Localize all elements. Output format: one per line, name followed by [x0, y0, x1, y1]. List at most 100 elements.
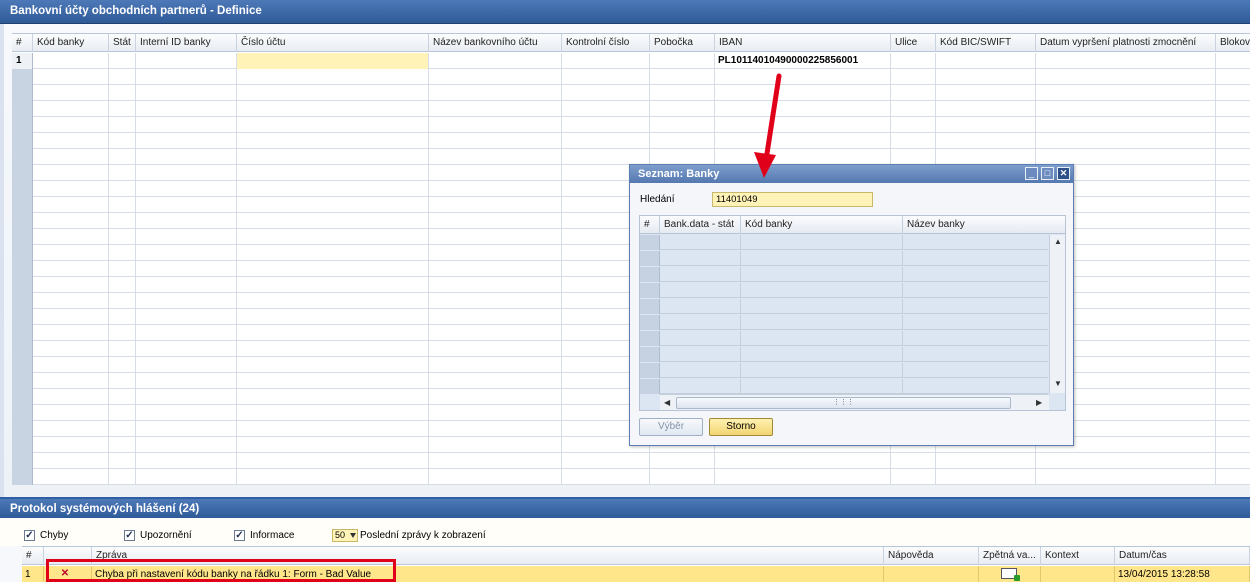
table-row[interactable] [12, 117, 1250, 133]
table-cell[interactable] [562, 469, 650, 485]
table-cell[interactable] [429, 213, 562, 229]
main-titlebar[interactable]: Bankovní účty obchodních partnerů - Defi… [0, 0, 1250, 24]
banks-table-row[interactable] [640, 251, 1048, 266]
table-cell[interactable] [237, 469, 429, 485]
table-cell[interactable] [33, 229, 109, 245]
banks-row-header[interactable] [640, 347, 660, 362]
table-cell[interactable] [1216, 69, 1250, 85]
table-cell[interactable] [650, 101, 715, 117]
banks-table-row[interactable] [640, 315, 1048, 330]
table-cell[interactable] [1216, 213, 1250, 229]
table-cell[interactable] [429, 181, 562, 197]
table-cell[interactable] [109, 357, 136, 373]
table-cell[interactable] [891, 117, 936, 133]
table-cell[interactable] [429, 245, 562, 261]
row-header[interactable] [12, 133, 33, 149]
table-cell[interactable] [136, 181, 237, 197]
table-cell[interactable] [237, 229, 429, 245]
table-cell[interactable] [109, 405, 136, 421]
table-cell[interactable] [136, 101, 237, 117]
log-row-message[interactable]: Chyba při nastavení kódu banky na řádku … [92, 566, 884, 582]
table-cell[interactable] [936, 101, 1036, 117]
banks-row-header[interactable] [640, 363, 660, 378]
message-count-select[interactable]: 50 [332, 529, 358, 542]
banks-row-header[interactable] [640, 379, 660, 394]
table-cell[interactable] [715, 469, 891, 485]
table-cell[interactable] [715, 133, 891, 149]
scroll-left-icon[interactable]: ◀ [664, 398, 670, 407]
feedback-icon[interactable] [1001, 568, 1020, 581]
col-header-branch[interactable]: Pobočka [650, 34, 715, 52]
banks-col-bank-code[interactable]: Kód banky [741, 216, 903, 234]
table-cell[interactable] [1216, 357, 1250, 373]
table-cell[interactable] [1036, 149, 1216, 165]
table-cell[interactable] [109, 101, 136, 117]
table-cell[interactable] [1036, 69, 1216, 85]
table-cell[interactable] [237, 309, 429, 325]
table-cell[interactable] [429, 453, 562, 469]
table-cell[interactable] [33, 133, 109, 149]
table-cell[interactable] [429, 469, 562, 485]
table-cell[interactable] [891, 101, 936, 117]
table-cell[interactable] [429, 117, 562, 133]
table-cell[interactable] [936, 117, 1036, 133]
table-cell[interactable] [1216, 453, 1250, 469]
table-cell[interactable] [109, 453, 136, 469]
table-cell[interactable] [1216, 165, 1250, 181]
table-cell[interactable] [33, 357, 109, 373]
table-cell[interactable] [109, 341, 136, 357]
table-cell[interactable] [1216, 469, 1250, 485]
table-cell[interactable] [109, 261, 136, 277]
banks-table-row[interactable] [640, 299, 1048, 314]
table-cell[interactable] [109, 293, 136, 309]
table-cell[interactable] [936, 53, 1036, 69]
table-cell[interactable] [715, 101, 891, 117]
table-cell[interactable] [136, 389, 237, 405]
row-header[interactable]: 1 [12, 53, 33, 69]
banks-table-row[interactable] [640, 379, 1048, 394]
table-cell[interactable] [429, 165, 562, 181]
table-cell[interactable] [891, 133, 936, 149]
table-cell[interactable] [429, 421, 562, 437]
table-cell[interactable] [33, 405, 109, 421]
banks-col-bank-name[interactable]: Název banky [903, 216, 1065, 234]
banks-col-country[interactable]: Bank.data - stát [660, 216, 741, 234]
row-header[interactable] [12, 229, 33, 245]
banks-row-header[interactable] [640, 283, 660, 298]
table-cell[interactable] [562, 101, 650, 117]
row-header[interactable] [12, 181, 33, 197]
row-header[interactable] [12, 85, 33, 101]
banks-table-row[interactable] [640, 363, 1048, 378]
table-cell[interactable] [891, 149, 936, 165]
table-cell[interactable] [1216, 85, 1250, 101]
table-cell[interactable] [936, 469, 1036, 485]
banks-row-header[interactable] [640, 315, 660, 330]
table-row[interactable] [12, 101, 1250, 117]
table-cell[interactable] [429, 357, 562, 373]
table-cell[interactable] [237, 437, 429, 453]
table-cell[interactable] [136, 469, 237, 485]
table-cell[interactable] [650, 469, 715, 485]
table-cell[interactable] [429, 261, 562, 277]
info-checkbox-label[interactable]: Informace [250, 530, 294, 541]
table-cell[interactable] [33, 261, 109, 277]
col-header-mandate-expiry[interactable]: Datum vypršení platnosti zmocnění [1036, 34, 1216, 52]
table-cell[interactable] [109, 133, 136, 149]
table-cell[interactable] [136, 421, 237, 437]
table-cell[interactable] [109, 469, 136, 485]
table-cell[interactable] [237, 101, 429, 117]
row-header[interactable] [12, 245, 33, 261]
table-cell[interactable] [33, 245, 109, 261]
table-cell[interactable] [891, 469, 936, 485]
col-header-control-number[interactable]: Kontrolní číslo [562, 34, 650, 52]
table-cell[interactable] [237, 149, 429, 165]
cancel-button[interactable]: Storno [709, 418, 773, 436]
table-cell[interactable] [136, 309, 237, 325]
close-icon[interactable]: ✕ [1057, 167, 1070, 180]
table-cell[interactable] [109, 149, 136, 165]
col-header-iban[interactable]: IBAN [715, 34, 891, 52]
banks-row-header[interactable] [640, 331, 660, 346]
row-header[interactable] [12, 165, 33, 181]
table-cell[interactable] [429, 293, 562, 309]
table-cell[interactable] [33, 437, 109, 453]
